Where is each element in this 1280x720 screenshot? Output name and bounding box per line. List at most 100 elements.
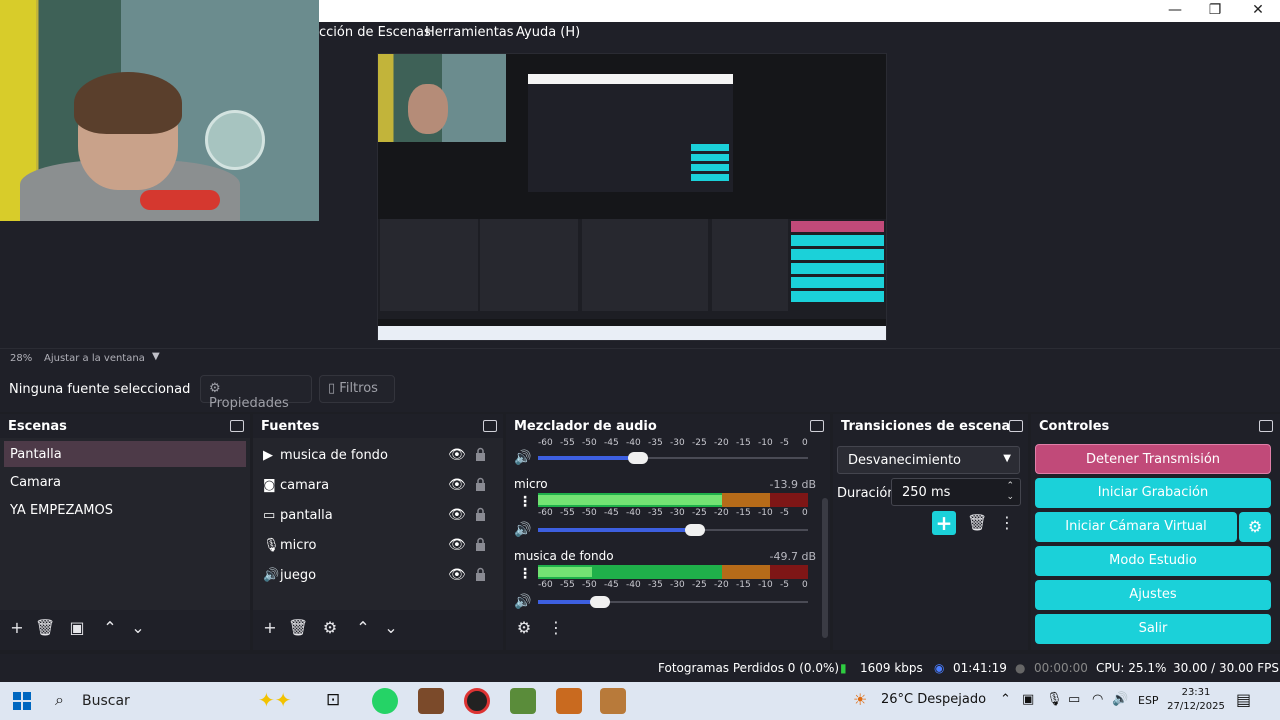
gear-icon[interactable]: ⚙ <box>320 618 340 638</box>
kebab-menu-icon[interactable]: ⋮ <box>518 566 532 582</box>
menu-help[interactable]: Ayuda (H) <box>516 25 580 40</box>
preview-zoom-bar: 28% Ajustar a la ventana ▼ <box>0 348 1280 368</box>
transition-select[interactable]: Desvanecimiento ▼ <box>837 446 1020 474</box>
scale-tick: -60 <box>538 438 553 448</box>
filters-label: Filtros <box>339 381 378 396</box>
lock-icon[interactable] <box>475 447 486 461</box>
lock-icon[interactable] <box>475 507 486 521</box>
source-item[interactable]: 🔊 juego 👁 <box>253 562 499 590</box>
dock-float-icon[interactable] <box>230 420 244 432</box>
lock-icon[interactable] <box>475 477 486 491</box>
scene-item[interactable]: Camara <box>4 469 246 495</box>
exit-button[interactable]: Salir <box>1035 614 1271 644</box>
zoom-dropdown-icon[interactable]: ▼ <box>152 351 160 362</box>
scale-tick: -50 <box>582 508 597 518</box>
lock-icon[interactable] <box>475 567 486 581</box>
camera-tray-icon[interactable]: ▣ <box>1022 692 1034 707</box>
minecraft-icon[interactable] <box>510 688 536 714</box>
kebab-menu-icon[interactable]: ⋮ <box>997 513 1017 533</box>
dock-float-icon[interactable] <box>810 420 824 432</box>
date: 27/12/2025 <box>1167 701 1225 712</box>
volume-icon[interactable]: 🔊 <box>1112 692 1128 707</box>
move-down-icon[interactable]: ⌄ <box>381 618 401 638</box>
whatsapp-icon[interactable] <box>372 688 398 714</box>
language-indicator[interactable]: ESP <box>1138 694 1159 707</box>
task-view-icon[interactable]: ⊡ <box>326 690 340 710</box>
restore-button[interactable]: ❐ <box>1195 0 1235 22</box>
eye-icon[interactable]: 👁 <box>448 567 466 583</box>
add-icon[interactable]: + <box>260 618 280 638</box>
move-up-icon[interactable]: ⌃ <box>353 618 373 638</box>
add-icon[interactable]: + <box>7 618 27 638</box>
filters-button[interactable]: ▯ Filtros <box>319 375 395 403</box>
volume-fader[interactable] <box>538 452 808 464</box>
scene-item[interactable]: Pantalla <box>4 441 246 467</box>
speaker-icon[interactable]: 🔊 <box>514 594 531 610</box>
close-button[interactable]: ✕ <box>1238 0 1278 22</box>
package-icon[interactable] <box>600 688 626 714</box>
clock[interactable]: 23:31 27/12/2025 <box>1166 686 1226 714</box>
controls-dock: Controles Detener Transmisión Iniciar Gr… <box>1031 414 1280 650</box>
spin-arrows-icon[interactable]: ⌃ ⌄ <box>1006 481 1014 503</box>
scene-item[interactable]: YA EMPEZAMOS <box>4 497 246 523</box>
scene-filter-icon[interactable]: ▣ <box>67 618 87 638</box>
dock-float-icon[interactable] <box>483 420 497 432</box>
eye-icon[interactable]: 👁 <box>448 507 466 523</box>
trash-icon[interactable]: 🗑 <box>35 618 55 638</box>
duration-input[interactable]: 250 ms ⌃ ⌄ <box>891 478 1021 506</box>
wifi-icon[interactable]: ◠ <box>1092 692 1103 707</box>
windows-start-icon[interactable] <box>13 692 31 710</box>
dock-float-icon[interactable] <box>1009 420 1023 432</box>
source-item[interactable]: 🎙 micro 👁 <box>253 532 499 560</box>
source-item[interactable]: ▭ pantalla 👁 <box>253 502 499 530</box>
start-recording-button[interactable]: Iniciar Grabación <box>1035 478 1271 508</box>
time: 23:31 <box>1181 687 1211 698</box>
source-item[interactable]: ◙ camara 👁 <box>253 472 499 500</box>
trash-icon[interactable]: 🗑 <box>967 513 987 533</box>
source-item[interactable]: ▶ musica de fondo 👁 <box>253 442 499 470</box>
weather[interactable]: 26°C Despejado <box>881 692 986 707</box>
game-icon[interactable] <box>556 688 582 714</box>
minimize-button[interactable]: — <box>1155 0 1195 22</box>
level-meter <box>538 565 808 579</box>
battery-icon[interactable]: ▭ <box>1068 692 1080 707</box>
fit-to-window-label[interactable]: Ajustar a la ventana <box>44 353 145 364</box>
speaker-icon[interactable]: 🔊 <box>514 450 531 466</box>
app-icon[interactable] <box>418 688 444 714</box>
eye-icon[interactable]: 👁 <box>448 477 466 493</box>
start-virtual-camera-button[interactable]: Iniciar Cámara Virtual <box>1035 512 1237 542</box>
obs-icon[interactable] <box>464 688 490 714</box>
kebab-menu-icon[interactable]: ⋮ <box>546 618 566 638</box>
trash-icon[interactable]: 🗑 <box>288 618 308 638</box>
virtual-camera-settings-button[interactable]: ⚙ <box>1239 512 1271 542</box>
settings-button[interactable]: Ajustes <box>1035 580 1271 610</box>
add-transition-button[interactable]: + <box>932 511 956 535</box>
advanced-audio-icon[interactable]: ⚙ <box>514 618 534 638</box>
taskbar-search[interactable]: Buscar <box>82 693 130 709</box>
preview-canvas[interactable] <box>377 53 887 341</box>
properties-label: Propiedades <box>209 396 289 411</box>
sparkle-icon[interactable]: ✦✦ <box>258 688 292 712</box>
speaker-icon: 🔊 <box>263 568 280 583</box>
search-icon[interactable]: ⌕ <box>55 690 64 710</box>
properties-button[interactable]: ⚙ Propiedades <box>200 375 312 411</box>
eye-icon[interactable]: 👁 <box>448 537 466 553</box>
move-up-icon[interactable]: ⌃ <box>100 618 120 638</box>
move-down-icon[interactable]: ⌄ <box>128 618 148 638</box>
chevron-up-icon[interactable]: ⌃ <box>1000 692 1011 707</box>
menu-scene-collection[interactable]: cción de Escenas <box>319 25 431 40</box>
kebab-menu-icon[interactable]: ⋮ <box>518 494 532 510</box>
dock-float-icon[interactable] <box>1259 420 1273 432</box>
microphone-tray-icon[interactable]: 🎙 <box>1046 692 1063 707</box>
notification-icon[interactable]: ▤ <box>1236 690 1251 709</box>
studio-mode-button[interactable]: Modo Estudio <box>1035 546 1271 576</box>
lock-icon[interactable] <box>475 537 486 551</box>
menu-tools[interactable]: Herramientas <box>425 25 514 40</box>
stop-streaming-button[interactable]: Detener Transmisión <box>1035 444 1271 474</box>
speaker-icon[interactable]: 🔊 <box>514 522 531 538</box>
scale-tick: -35 <box>648 580 663 590</box>
volume-fader[interactable] <box>538 524 808 536</box>
volume-fader[interactable] <box>538 596 808 608</box>
eye-icon[interactable]: 👁 <box>448 447 466 463</box>
scale-tick: -60 <box>538 580 553 590</box>
